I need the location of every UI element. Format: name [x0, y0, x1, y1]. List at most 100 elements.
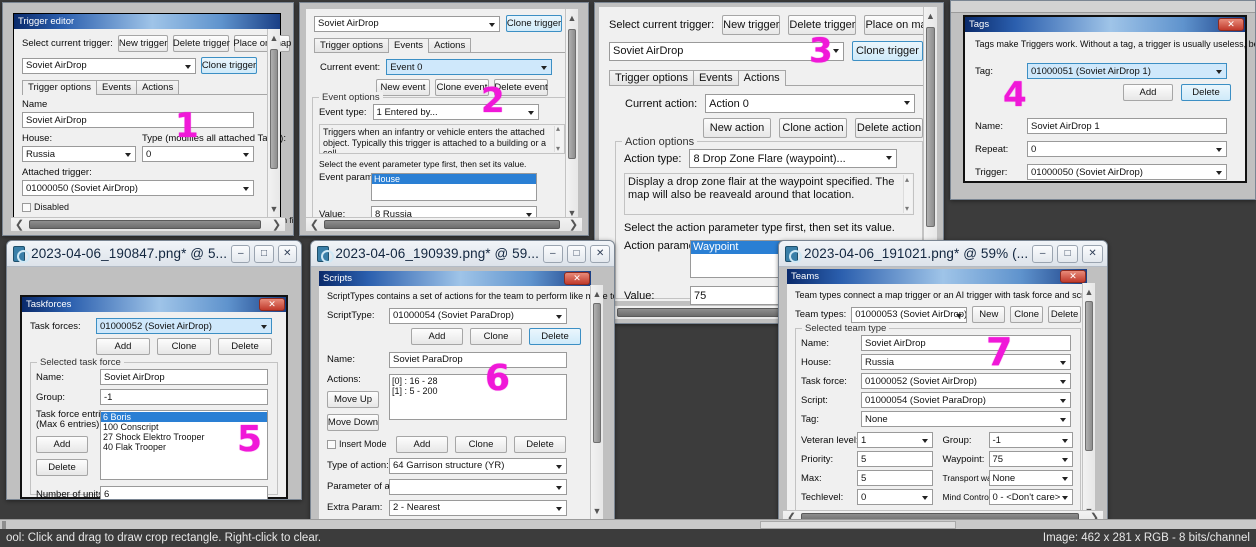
- new-trigger-button[interactable]: New trigger: [117, 35, 169, 52]
- scroll-up-icon[interactable]: ▲: [1083, 283, 1095, 300]
- trigger-tabs-2[interactable]: Trigger options Events Actions: [314, 38, 572, 53]
- image-window-2[interactable]: Soviet AirDrop Clone trigger Trigger opt…: [299, 2, 589, 236]
- tab-trigger-options[interactable]: Trigger options: [22, 80, 98, 95]
- type-of-action-combo[interactable]: 64 Garrison structure (YR): [389, 457, 567, 474]
- attached-trigger-combo[interactable]: 01000050 (Soviet AirDrop): [22, 180, 254, 196]
- list-item[interactable]: [1] : 5 - 200: [390, 386, 566, 396]
- hscrollbar-thumb[interactable]: [29, 220, 261, 229]
- image-window-6-titlebar[interactable]: 2023-04-06_190939.png* @ 59... – □ ✕: [311, 241, 614, 267]
- image-window-1[interactable]: Trigger editor Select current trigger: N…: [2, 2, 294, 236]
- add-taskforce-button[interactable]: Add: [96, 338, 150, 355]
- task-forces-combo[interactable]: 01000052 (Soviet AirDrop): [96, 318, 272, 334]
- trigger-tabs[interactable]: Trigger options Events Actions: [22, 80, 274, 95]
- transport-waypoint-combo[interactable]: None: [988, 470, 1073, 486]
- scrollbar-thumb[interactable]: [926, 27, 935, 227]
- delete-taskforce-button[interactable]: Delete: [218, 338, 272, 355]
- type-combo[interactable]: 0: [142, 146, 254, 162]
- add-script-button[interactable]: Add: [411, 327, 463, 345]
- close-button[interactable]: ✕: [1082, 244, 1103, 263]
- image-hscrollbar-2[interactable]: ❮ ❯: [306, 217, 582, 231]
- house-combo[interactable]: Russia: [22, 146, 136, 162]
- tag-trigger-combo[interactable]: 01000050 (Soviet AirDrop): [1027, 164, 1227, 180]
- scroll-down-icon[interactable]: ▼: [591, 502, 603, 519]
- clone-trigger-button-2[interactable]: Clone trigger: [506, 15, 562, 32]
- clone-action-button[interactable]: Clone action: [779, 118, 847, 138]
- clone-taskforce-button[interactable]: Clone: [157, 338, 211, 355]
- maximize-button[interactable]: □: [1057, 244, 1079, 263]
- image-window-5-titlebar[interactable]: 2023-04-06_190847.png* @ 5... – □ ✕: [7, 241, 301, 267]
- scroll-up-icon[interactable]: ▲: [268, 29, 280, 46]
- place-on-map-button[interactable]: Place on map: [233, 35, 291, 52]
- clone-team-button[interactable]: Clone: [1010, 306, 1044, 323]
- script-actions-list[interactable]: [0] : 16 - 28 [1] : 5 - 200: [389, 373, 567, 420]
- description-scrollbar[interactable]: [554, 125, 563, 153]
- mind-control-decision-combo[interactable]: 0 - <Don't care>: [988, 489, 1073, 505]
- action-type-combo[interactable]: 8 Drop Zone Flare (waypoint)...: [689, 149, 898, 168]
- scroll-left-icon[interactable]: ❮: [306, 218, 323, 231]
- current-trigger-combo-2[interactable]: Soviet AirDrop: [314, 15, 500, 32]
- scroll-right-icon[interactable]: ❯: [565, 218, 582, 231]
- maximize-button[interactable]: □: [254, 244, 274, 263]
- canvas-horizontal-scrollbar[interactable]: [0, 519, 1256, 529]
- move-down-button[interactable]: Move Down: [327, 413, 379, 431]
- scroll-up-icon[interactable]: ▲: [924, 7, 937, 24]
- tf-name-input[interactable]: Soviet AirDrop: [100, 369, 268, 385]
- trigger-tabs-3[interactable]: Trigger options Events Actions: [609, 68, 923, 86]
- tab-trigger-options-3[interactable]: Trigger options: [609, 70, 694, 85]
- team-name-input[interactable]: Soviet AirDrop: [861, 335, 1071, 351]
- new-team-button[interactable]: New: [972, 306, 1006, 323]
- delete-action-button[interactable]: Delete action: [855, 118, 923, 138]
- trigger-name-input[interactable]: Soviet AirDrop: [22, 112, 254, 128]
- delete-trigger-button[interactable]: Delete trigger: [173, 35, 230, 52]
- close-icon[interactable]: ✕: [1218, 18, 1244, 31]
- clone-trigger-button-3[interactable]: Clone trigger: [851, 41, 923, 61]
- team-house-combo[interactable]: Russia: [861, 354, 1071, 370]
- image-window-7[interactable]: 2023-04-06_191021.png* @ 59% (... – □ ✕ …: [778, 240, 1108, 530]
- team-taskforce-combo[interactable]: 01000052 (Soviet AirDrop): [861, 373, 1071, 389]
- scroll-left-stop[interactable]: [2, 521, 6, 529]
- parameter-of-action-combo[interactable]: [389, 478, 567, 495]
- minimize-button[interactable]: –: [231, 244, 251, 263]
- description-scrollbar[interactable]: [903, 174, 912, 214]
- scroll-left-icon[interactable]: ❮: [11, 218, 28, 231]
- number-of-units-input[interactable]: 6: [100, 486, 268, 499]
- image-window-5[interactable]: 2023-04-06_190847.png* @ 5... – □ ✕ Task…: [6, 240, 302, 500]
- minimize-button[interactable]: –: [542, 244, 563, 263]
- current-event-combo[interactable]: Event 0: [386, 59, 553, 75]
- list-item[interactable]: House: [372, 174, 536, 184]
- new-action-button[interactable]: New action: [703, 118, 771, 138]
- tag-combo[interactable]: 01000051 (Soviet AirDrop 1): [1027, 63, 1227, 79]
- delete-action-button-6[interactable]: Delete: [514, 435, 566, 453]
- delete-entry-button[interactable]: Delete: [36, 459, 88, 476]
- close-icon[interactable]: ✕: [259, 298, 285, 311]
- move-up-button[interactable]: Move Up: [327, 390, 379, 408]
- clone-script-button[interactable]: Clone: [470, 327, 522, 345]
- tab-actions-2[interactable]: Actions: [428, 38, 472, 52]
- scrollbar-thumb[interactable]: [1085, 301, 1093, 451]
- new-event-button[interactable]: New event: [376, 79, 430, 96]
- scroll-up-icon[interactable]: ▲: [566, 9, 578, 26]
- close-button[interactable]: ✕: [590, 244, 610, 263]
- image-hscrollbar-1[interactable]: ❮ ❯: [11, 217, 285, 231]
- disabled-checkbox[interactable]: Disabled: [22, 202, 274, 212]
- tab-trigger-options-2[interactable]: Trigger options: [314, 38, 390, 52]
- repeat-combo[interactable]: 0: [1027, 141, 1227, 157]
- tab-events[interactable]: Events: [96, 80, 138, 94]
- team-group-combo[interactable]: -1: [988, 432, 1073, 448]
- techlevel-combo[interactable]: 0: [857, 489, 933, 505]
- scrollbar-thumb[interactable]: [568, 29, 576, 159]
- event-parameters-list[interactable]: House: [371, 173, 537, 201]
- scroll-right-icon[interactable]: ❯: [268, 218, 285, 231]
- hscrollbar-thumb[interactable]: [324, 220, 560, 229]
- add-entry-button[interactable]: Add: [36, 436, 88, 453]
- image-window-4[interactable]: Tags ✕ Tags make Triggers work. Without …: [950, 0, 1256, 200]
- team-tag-combo[interactable]: None: [861, 411, 1071, 427]
- delete-team-button[interactable]: Delete: [1048, 306, 1081, 323]
- veteran-level-combo[interactable]: 1: [857, 432, 933, 448]
- scrollbar-thumb[interactable]: [270, 49, 278, 169]
- extra-param-combo[interactable]: 2 - Nearest: [389, 499, 567, 516]
- delete-tag-button[interactable]: Delete: [1181, 84, 1231, 101]
- scroll-thumb[interactable]: [760, 521, 956, 529]
- new-trigger-button-3[interactable]: New trigger: [722, 15, 781, 35]
- delete-script-button[interactable]: Delete: [529, 327, 581, 345]
